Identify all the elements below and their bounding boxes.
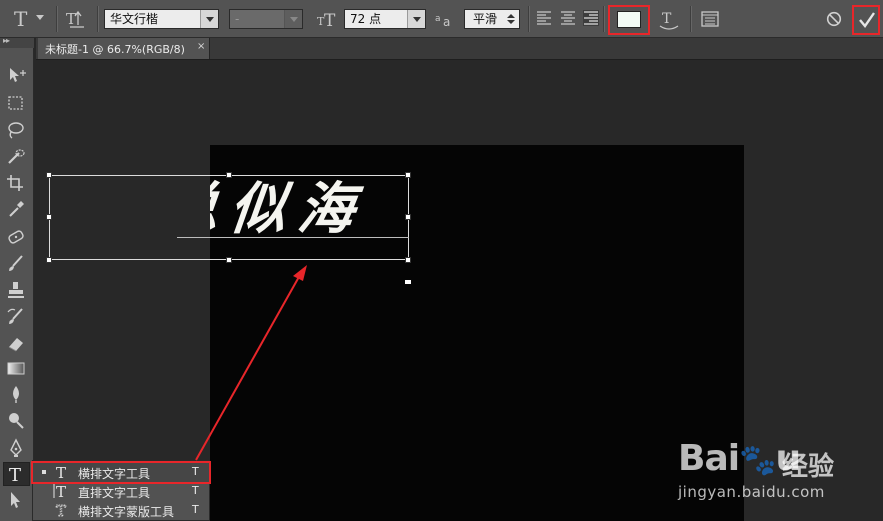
- vertical-type-icon: T: [53, 483, 66, 500]
- transform-handle[interactable]: [46, 214, 52, 220]
- quick-select-icon[interactable]: [5, 147, 27, 167]
- baidu-watermark: Bai🐾u 经验 jingyan.baidu.com: [678, 428, 883, 521]
- flyout-item-shortcut: T: [192, 484, 199, 497]
- lasso-icon[interactable]: [5, 120, 27, 140]
- eyedropper-icon[interactable]: [5, 199, 27, 219]
- aa-icon-label: a: [443, 15, 450, 29]
- font-size-value: 72 点: [350, 12, 382, 26]
- divider: [97, 6, 99, 32]
- text-orientation-icon[interactable]: T: [64, 7, 90, 31]
- text-baseline: [177, 237, 409, 238]
- transform-handle[interactable]: [405, 257, 411, 263]
- flyout-type-mask[interactable]: T 横排文字蒙版工具 T: [33, 501, 209, 520]
- antialias-select[interactable]: 平滑: [464, 9, 520, 29]
- transform-handle[interactable]: [226, 257, 232, 263]
- healing-brush-icon[interactable]: [5, 227, 27, 247]
- font-style-value: -: [235, 12, 240, 26]
- updown-icon: [507, 14, 515, 24]
- transform-handle[interactable]: [405, 214, 411, 220]
- watermark-url: jingyan.baidu.com: [678, 483, 825, 501]
- path-select-icon[interactable]: [5, 490, 27, 510]
- blur-icon[interactable]: [5, 384, 27, 404]
- flyout-item-label: 横排文字蒙版工具: [78, 505, 175, 519]
- svg-text:T: T: [56, 502, 66, 519]
- crop-icon[interactable]: [5, 173, 27, 193]
- options-bar: T T 华文行楷 - TT 72 点 aa 平滑 T: [0, 0, 883, 38]
- transform-handle[interactable]: [226, 172, 232, 178]
- align-center-icon[interactable]: [560, 10, 576, 26]
- divider: [528, 6, 530, 32]
- type-tool-icon: T: [14, 7, 28, 31]
- move-tool-icon[interactable]: [5, 65, 27, 85]
- divider: [56, 6, 58, 32]
- gradient-icon[interactable]: [5, 358, 27, 378]
- document-tab-bar: 未标题-1 @ 66.7%(RGB/8) ×: [36, 38, 883, 60]
- font-size-icon: TT: [316, 9, 340, 31]
- svg-text:T: T: [662, 11, 672, 27]
- svg-text:a: a: [435, 14, 441, 24]
- antialias-icon: aa: [434, 9, 456, 29]
- chevron-down-icon[interactable]: [200, 10, 218, 28]
- text-bounding-box[interactable]: [49, 175, 409, 260]
- svg-text:T: T: [9, 465, 21, 484]
- font-style-select[interactable]: -: [229, 9, 303, 29]
- font-size-select[interactable]: 72 点: [344, 9, 426, 29]
- cursor-marker: [405, 280, 411, 284]
- document-tab[interactable]: 未标题-1 @ 66.7%(RGB/8) ×: [38, 38, 210, 59]
- flyout-item-label: 直排文字工具: [78, 486, 151, 500]
- chevron-down-icon: [36, 15, 44, 20]
- flyout-vertical-type[interactable]: T 直排文字工具 T: [33, 482, 209, 501]
- eraser-icon[interactable]: [5, 333, 27, 353]
- svg-text:T: T: [66, 10, 76, 28]
- cancel-icon[interactable]: [826, 11, 842, 27]
- dodge-icon[interactable]: [5, 410, 27, 430]
- transform-handle[interactable]: [46, 172, 52, 178]
- chevron-down-icon[interactable]: [284, 10, 302, 28]
- watermark-logo-text: Bai: [678, 438, 740, 479]
- font-family-value: 华文行楷: [110, 12, 159, 26]
- character-panel-icon[interactable]: [700, 9, 720, 29]
- clone-stamp-icon[interactable]: [5, 280, 27, 300]
- tool-preset-picker[interactable]: T: [10, 6, 50, 32]
- paw-icon: 🐾: [739, 443, 776, 478]
- brush-icon[interactable]: [5, 253, 27, 273]
- flyout-highlight: [31, 461, 211, 484]
- font-family-select[interactable]: 华文行楷: [104, 9, 219, 29]
- text-color-swatch[interactable]: [617, 11, 641, 28]
- transform-handle[interactable]: [405, 172, 411, 178]
- warp-text-icon[interactable]: T: [658, 8, 680, 32]
- document-tab-title: 未标题-1 @ 66.7%(RGB/8): [45, 43, 185, 56]
- transform-handle[interactable]: [46, 257, 52, 263]
- align-left-icon[interactable]: [536, 10, 552, 26]
- marquee-icon[interactable]: [5, 93, 27, 113]
- history-brush-icon[interactable]: [5, 306, 27, 326]
- pen-icon[interactable]: [5, 438, 27, 458]
- type-mask-icon: T: [56, 502, 67, 519]
- divider: [690, 6, 692, 32]
- svg-text:T: T: [324, 11, 336, 29]
- flyout-item-shortcut: T: [192, 503, 199, 516]
- chevron-down-icon[interactable]: [407, 10, 425, 28]
- close-icon[interactable]: ×: [197, 41, 205, 52]
- align-right-icon[interactable]: [583, 10, 599, 26]
- divider: [603, 6, 605, 32]
- type-icon[interactable]: T: [5, 464, 27, 484]
- watermark-cn: 经验: [782, 452, 835, 482]
- svg-text:T: T: [56, 483, 66, 500]
- toolbox: ▸▸ T: [0, 36, 34, 521]
- commit-check-icon[interactable]: [857, 10, 877, 30]
- toolbox-grip[interactable]: ▸▸: [0, 36, 34, 48]
- antialias-value: 平滑: [473, 12, 498, 26]
